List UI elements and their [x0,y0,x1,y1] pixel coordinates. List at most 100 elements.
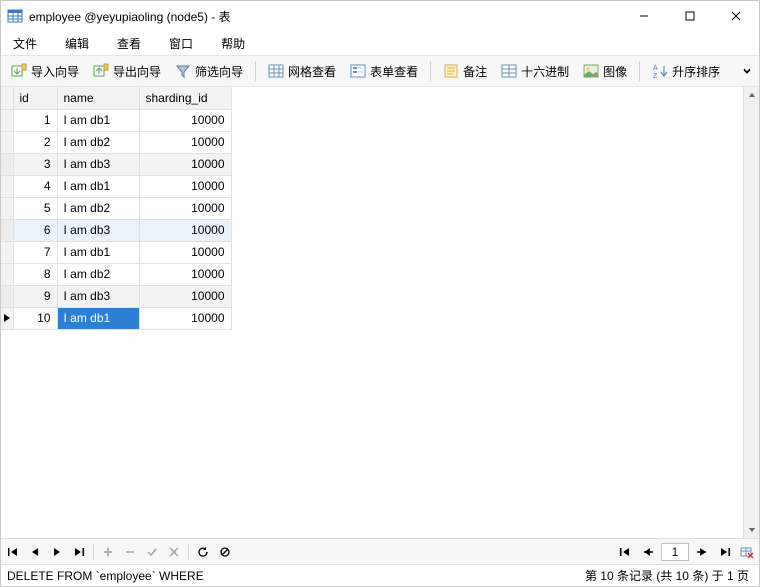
refresh-button[interactable] [195,544,211,560]
cell-id[interactable]: 2 [13,131,57,153]
cell-id[interactable]: 1 [13,109,57,131]
toolbar-separator [430,61,431,81]
table-row[interactable]: 3I am db310000 [1,153,231,175]
prev-record-button[interactable] [27,544,43,560]
cell-name[interactable]: I am db2 [57,197,139,219]
menu-edit[interactable]: 编辑 [59,33,95,54]
add-record-button[interactable] [100,544,116,560]
form-view-button[interactable]: 表单查看 [344,61,424,82]
maximize-button[interactable] [667,1,713,31]
minimize-button[interactable] [621,1,667,31]
next-record-button[interactable] [49,544,65,560]
import-wizard-button[interactable]: 导入向导 [5,61,85,82]
col-header-name[interactable]: name [57,87,139,109]
cell-id[interactable]: 4 [13,175,57,197]
sort-asc-button[interactable]: AZ 升序排序 [646,61,726,82]
cell-name[interactable]: I am db1 [57,109,139,131]
table-row[interactable]: 6I am db310000 [1,219,231,241]
table-row[interactable]: 1I am db110000 [1,109,231,131]
titlebar: employee @yeyupiaoling (node5) - 表 [1,1,759,31]
cell-name[interactable]: I am db1 [57,241,139,263]
row-gutter [1,109,13,131]
note-label: 备注 [463,63,487,80]
menu-help[interactable]: 帮助 [215,33,251,54]
gutter-header [1,87,13,109]
apply-button[interactable] [144,544,160,560]
cell-id[interactable]: 6 [13,219,57,241]
cell-id[interactable]: 10 [13,307,57,329]
table-row[interactable]: 2I am db210000 [1,131,231,153]
menu-file[interactable]: 文件 [7,33,43,54]
row-gutter [1,263,13,285]
hex-icon [501,63,517,79]
table-row[interactable]: 4I am db110000 [1,175,231,197]
app-window: employee @yeyupiaoling (node5) - 表 文件 编辑… [0,0,760,587]
sort-asc-label: 升序排序 [672,63,720,80]
table-row[interactable]: 7I am db110000 [1,241,231,263]
cell-name[interactable]: I am db3 [57,153,139,175]
stop-button[interactable] [217,544,233,560]
cell-sharding[interactable]: 10000 [139,175,231,197]
import-wizard-label: 导入向导 [31,63,79,80]
filter-wizard-button[interactable]: 筛选向导 [169,61,249,82]
delete-record-button[interactable] [122,544,138,560]
cell-id[interactable]: 3 [13,153,57,175]
last-page-button[interactable] [717,544,733,560]
cell-id[interactable]: 5 [13,197,57,219]
cell-sharding[interactable]: 10000 [139,219,231,241]
cell-sharding[interactable]: 10000 [139,131,231,153]
col-header-sharding[interactable]: sharding_id [139,87,231,109]
cell-id[interactable]: 8 [13,263,57,285]
table-row[interactable]: 5I am db210000 [1,197,231,219]
note-icon [443,63,459,79]
hex-label: 十六进制 [521,63,569,80]
scroll-down-button[interactable] [744,522,759,538]
table-row[interactable]: 9I am db310000 [1,285,231,307]
image-button[interactable]: 图像 [577,61,633,82]
vertical-scrollbar[interactable] [743,87,759,538]
scroll-up-button[interactable] [744,87,759,103]
cancel-edit-button[interactable] [166,544,182,560]
record-navbar [1,538,759,564]
status-record: 第 10 条记录 (共 10 条) 于 1 页 [585,567,753,584]
cell-sharding[interactable]: 10000 [139,263,231,285]
cell-name[interactable]: I am db2 [57,131,139,153]
cell-name[interactable]: I am db1 [57,175,139,197]
table-row[interactable]: 10I am db110000 [1,307,231,329]
filter-wizard-label: 筛选向导 [195,63,243,80]
grid-view-button[interactable]: 网格查看 [262,61,342,82]
data-grid[interactable]: id name sharding_id 1I am db1100002I am … [1,87,743,538]
cell-sharding[interactable]: 10000 [139,241,231,263]
cell-name[interactable]: I am db3 [57,219,139,241]
table-row[interactable]: 8I am db210000 [1,263,231,285]
cell-id[interactable]: 9 [13,285,57,307]
toolbar-separator [255,61,256,81]
page-input[interactable] [661,543,689,561]
cell-sharding[interactable]: 10000 [139,307,231,329]
cell-sharding[interactable]: 10000 [139,109,231,131]
last-record-button[interactable] [71,544,87,560]
cell-id[interactable]: 7 [13,241,57,263]
cell-name[interactable]: I am db2 [57,263,139,285]
cell-name[interactable]: I am db1 [57,307,139,329]
export-wizard-button[interactable]: 导出向导 [87,61,167,82]
col-header-id[interactable]: id [13,87,57,109]
next-page-button[interactable] [695,544,711,560]
prev-page-button[interactable] [639,544,655,560]
form-icon [350,63,366,79]
cell-sharding[interactable]: 10000 [139,153,231,175]
first-page-button[interactable] [617,544,633,560]
close-button[interactable] [713,1,759,31]
settings-button[interactable] [739,544,755,560]
row-gutter [1,307,13,329]
menu-window[interactable]: 窗口 [163,33,199,54]
hex-button[interactable]: 十六进制 [495,61,575,82]
cell-sharding[interactable]: 10000 [139,197,231,219]
menu-view[interactable]: 查看 [111,33,147,54]
cell-name[interactable]: I am db3 [57,285,139,307]
toolbar-overflow-button[interactable] [739,57,755,85]
first-record-button[interactable] [5,544,21,560]
cell-sharding[interactable]: 10000 [139,285,231,307]
note-button[interactable]: 备注 [437,61,493,82]
row-gutter [1,131,13,153]
